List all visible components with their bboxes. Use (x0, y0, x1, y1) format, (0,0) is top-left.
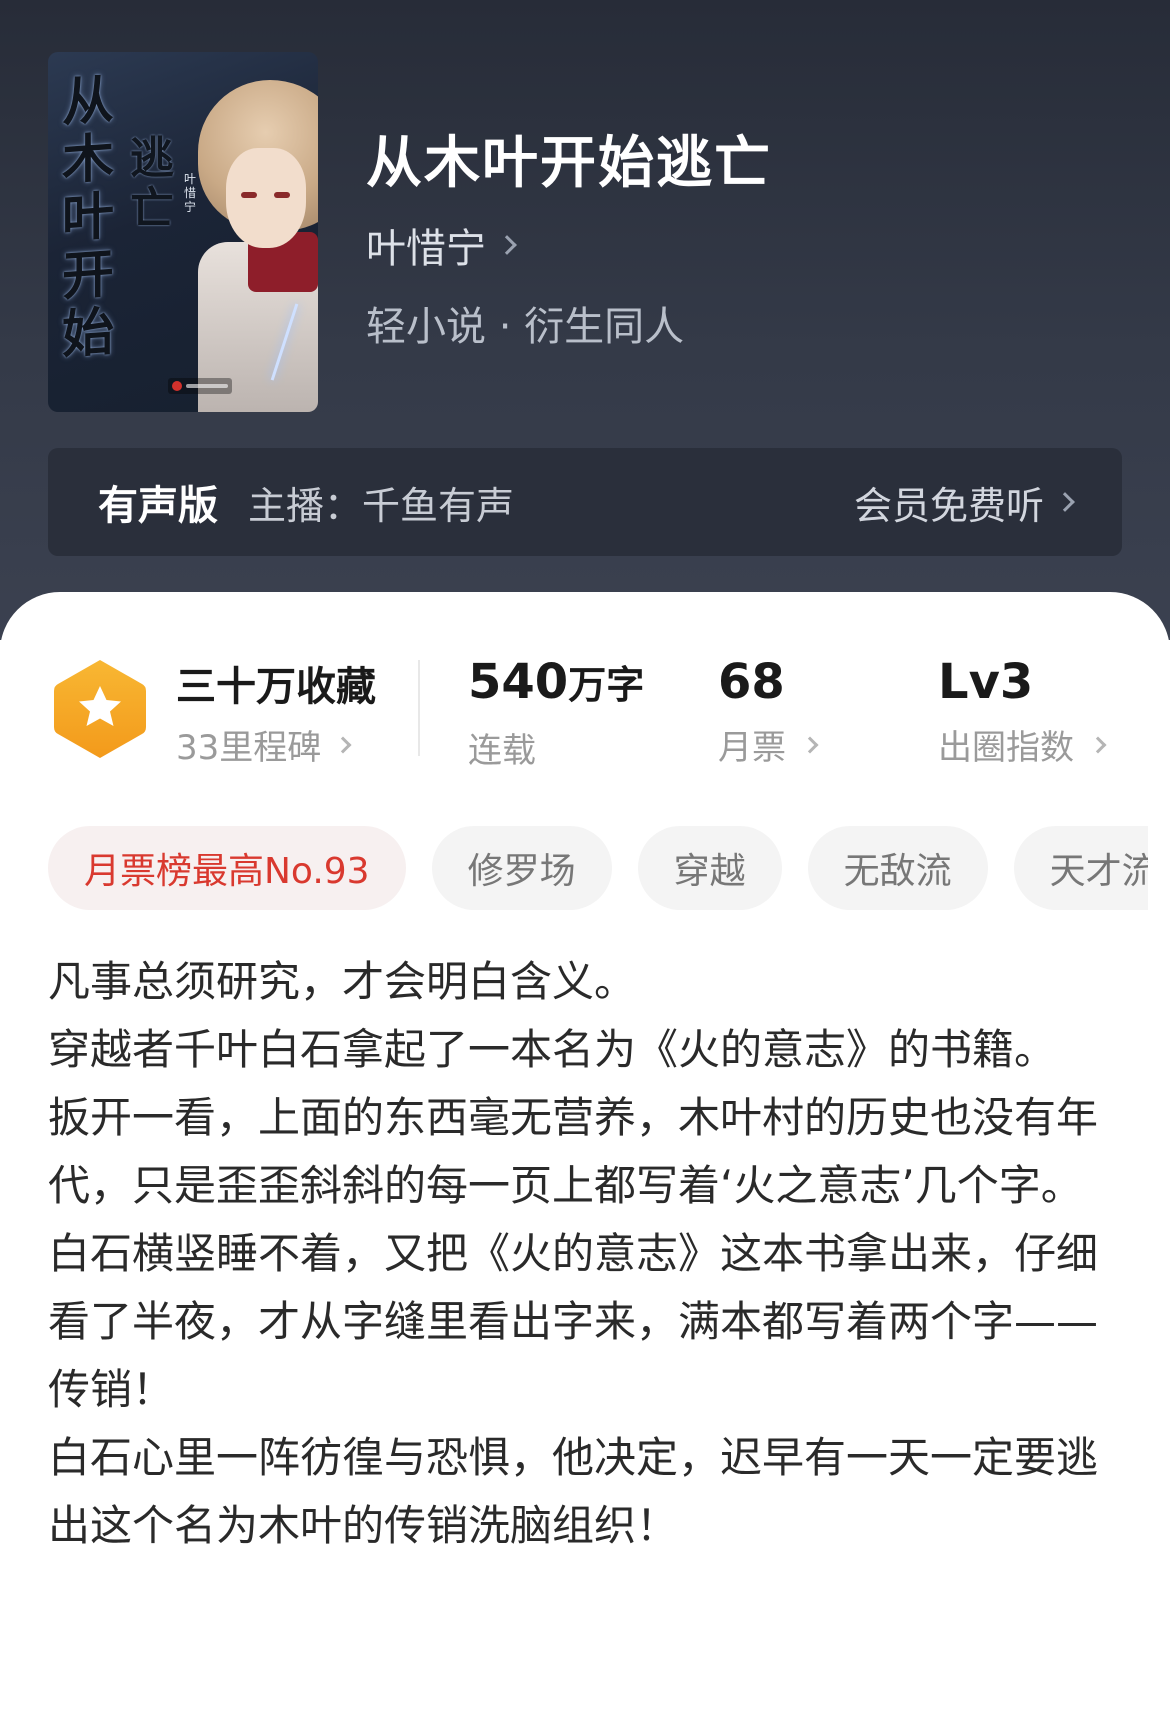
star-badge-icon (54, 660, 146, 758)
book-header: 从 木 叶 开 始 逃 亡 叶惜宁 从木叶开始逃亡 叶惜宁 轻小说 · 衍生同人… (0, 0, 1170, 640)
book-title: 从木叶开始逃亡 (366, 131, 772, 196)
chevron-right-icon (1089, 736, 1107, 753)
synopsis-paragraph: 白石横竖睡不着，又把《火的意志》这本书拿出来，仔细看了半夜，才从字缝里看出字来，… (48, 1229, 1099, 1414)
milestones-label: 33里程碑 (176, 728, 322, 768)
tag-item[interactable]: 修罗场 (431, 826, 612, 910)
cover-character-face (226, 148, 306, 248)
cover-character-eye (274, 192, 290, 198)
synopsis-paragraph: 凡事总须研究，才会明白含义。 (48, 957, 637, 1006)
popularity-index-stat[interactable]: Lv3 出圈指数 (938, 654, 1107, 769)
word-count-number: 540 (468, 654, 569, 710)
monthly-votes-stat[interactable]: 68 月票 (718, 654, 819, 769)
cover-character-eye (241, 192, 257, 198)
author-link[interactable]: 叶惜宁 (366, 216, 517, 274)
chevron-right-icon (497, 235, 517, 255)
word-count-unit: 万字 (568, 663, 645, 707)
author-name: 叶惜宁 (366, 226, 486, 272)
popularity-index-label: 出圈指数 (938, 728, 1074, 768)
synopsis-paragraph: 穿越者千叶白石拿起了一本名为《火的意志》的书籍。 (48, 1025, 1057, 1074)
audio-version-label: 有声版 (98, 483, 218, 529)
tag-list: 月票榜最高No.93 修罗场 穿越 无敌流 天才流 (48, 826, 1148, 910)
book-synopsis: 凡事总须研究，才会明白含义。 穿越者千叶白石拿起了一本名为《火的意志》的书籍。 … (48, 948, 1128, 1560)
audio-version-bar[interactable]: 有声版 主播：千鱼有声 会员免费听 (48, 448, 1122, 556)
chevron-right-icon (801, 736, 819, 753)
cover-title-art-2: 逃 亡 (130, 133, 174, 234)
publisher-logo (168, 378, 232, 394)
cover-author: 叶惜宁 (184, 172, 197, 214)
member-free-listen-button[interactable]: 会员免费听 (853, 475, 1075, 530)
serial-status: 连载 (468, 731, 536, 771)
favorites-count: 三十万收藏 (176, 664, 376, 710)
monthly-votes-label: 月票 (718, 728, 786, 768)
word-count-stat: 540万字 连载 (468, 654, 644, 772)
audio-host: 主播：千鱼有声 (248, 483, 515, 528)
book-category: 轻小说 · 衍生同人 (366, 304, 685, 350)
divider (418, 660, 420, 756)
chevron-right-icon (1055, 492, 1075, 512)
stats-row: 三十万收藏 33里程碑 540万字 连载 68 月票 Lv3 出圈指数 (0, 650, 1170, 772)
chevron-right-icon (334, 736, 352, 753)
tag-item[interactable]: 天才流 (1013, 826, 1148, 910)
book-cover[interactable]: 从 木 叶 开 始 逃 亡 叶惜宁 (48, 52, 318, 412)
tag-item[interactable]: 无敌流 (807, 826, 988, 910)
synopsis-paragraph: 白石心里一阵彷徨与恐惧，他决定，迟早有一天一定要逃出这个名为木叶的传销洗脑组织！ (48, 1433, 1099, 1550)
monthly-votes-count: 68 (718, 654, 785, 710)
milestones-link[interactable]: 33里程碑 (176, 720, 352, 769)
tag-ranking[interactable]: 月票榜最高No.93 (48, 826, 406, 910)
popularity-level: Lv3 (938, 654, 1034, 710)
tag-item[interactable]: 穿越 (637, 826, 782, 910)
synopsis-paragraph: 扳开一看，上面的东西毫无营养，木叶村的历史也没有年代，只是歪歪斜斜的每一页上都写… (48, 1093, 1099, 1210)
member-free-listen-label: 会员免费听 (853, 483, 1044, 528)
